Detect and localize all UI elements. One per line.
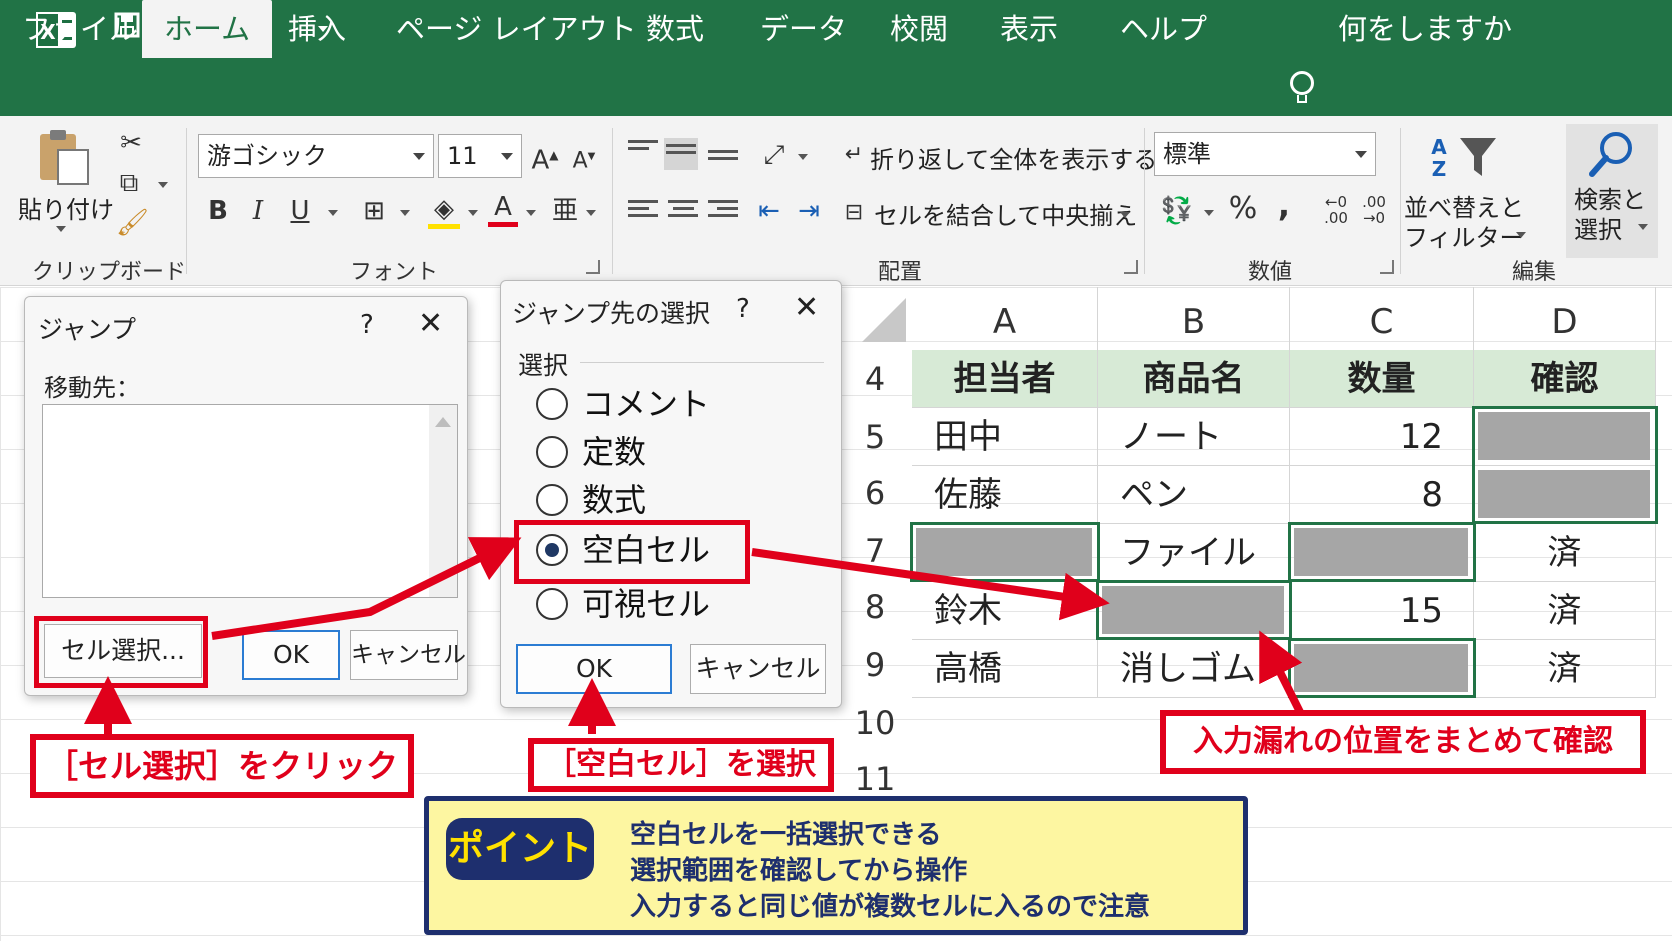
arrow-blanks-to-sheet [751,548,1110,621]
point-badge: ポイント [446,818,594,880]
arrow-to-blanks-option [211,537,522,640]
point-line: 空白セルを一括選択できる [630,820,942,850]
callout-confirm: 入力漏れの位置をまとめて確認 [1160,710,1646,774]
arrow-confirm-to-sheet [1259,630,1306,718]
callout-select-blanks: ［空白セル］を選択 [528,738,834,792]
point-line: 入力すると同じ値が複数セルに入るので注意 [630,892,1151,922]
callout-click-special: ［セル選択］をクリック [30,734,414,798]
point-line: 選択範囲を確認してから操作 [630,856,968,886]
